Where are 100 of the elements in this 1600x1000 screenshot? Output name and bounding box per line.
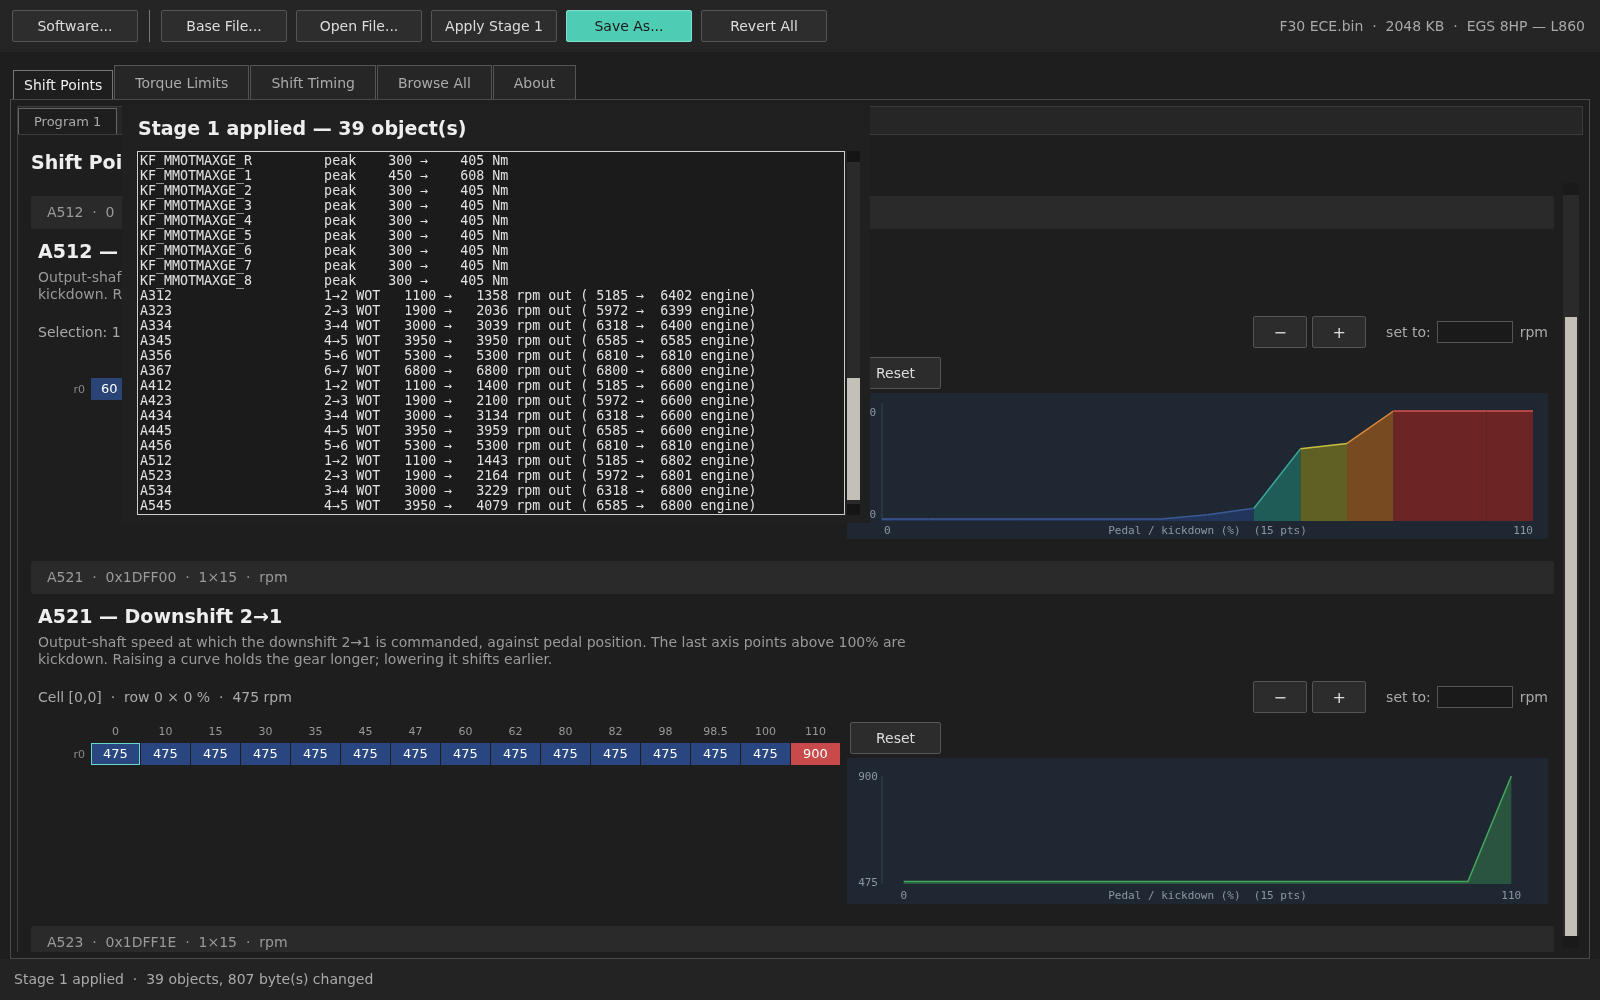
- column-header: 0: [111, 724, 120, 738]
- toolbar-button[interactable]: Base File...: [161, 10, 287, 42]
- set-value-field[interactable]: [1436, 686, 1513, 708]
- result-line[interactable]: KF_MMOTMAXGE_5 peak 300 → 405 Nm: [138, 228, 844, 243]
- result-line[interactable]: KF_MMOTMAXGE_7 peak 300 → 405 Nm: [138, 258, 844, 273]
- table-cell[interactable]: 475: [241, 743, 290, 765]
- table-cell[interactable]: 475: [391, 743, 440, 765]
- tab[interactable]: Shift Timing: [250, 65, 376, 99]
- selection-status: Selection: 1: [38, 324, 121, 340]
- row-label: r0: [72, 382, 86, 396]
- x-axis-title: Pedal / kickdown (%) (15 pts): [1108, 524, 1307, 537]
- toolbar-button[interactable]: Save As...: [566, 10, 692, 42]
- row-label: r0: [72, 747, 86, 761]
- result-line[interactable]: A423 2→3 WOT 1900 → 2100 rpm out ( 5972 → 6600 engine): [138, 393, 844, 408]
- section-title: A521 — Downshift 2→1: [38, 604, 283, 628]
- result-line[interactable]: KF_MMOTMAXGE_3 peak 300 → 405 Nm: [138, 198, 844, 213]
- dialog-title: Stage 1 applied — 39 object(s): [137, 116, 468, 140]
- table-cell[interactable]: 475: [741, 743, 790, 765]
- tab[interactable]: Shift Points: [13, 70, 114, 99]
- toolbar-button[interactable]: Revert All: [701, 10, 827, 42]
- result-line[interactable]: A334 3→4 WOT 3000 → 3039 rpm out ( 6318 → 6400 engine): [138, 318, 844, 333]
- selection-status: Cell [0,0] · row 0 × 0 % · 475 rpm: [38, 689, 292, 705]
- column-header: 100: [754, 724, 777, 738]
- decrement-button[interactable]: −: [1253, 316, 1308, 348]
- result-line[interactable]: A523 2→3 WOT 1900 → 2164 rpm out ( 5972 → 6801 engine): [138, 468, 844, 483]
- column-header: 45: [357, 724, 374, 738]
- result-line[interactable]: KF_MMOTMAXGE_8 peak 300 → 405 Nm: [138, 273, 844, 288]
- set-to-label: set to:: [1386, 689, 1431, 705]
- column-header: 98.5: [702, 724, 729, 738]
- table-cell[interactable]: 475: [541, 743, 590, 765]
- unit-label: rpm: [1519, 689, 1548, 705]
- table-cell[interactable]: 475: [91, 743, 140, 765]
- result-line[interactable]: A323 2→3 WOT 1900 → 2036 rpm out ( 5972 → 6399 engine): [138, 303, 844, 318]
- result-line[interactable]: A456 5→6 WOT 5300 → 5300 rpm out ( 6810 → 6810 engine): [138, 438, 844, 453]
- result-line[interactable]: KF_MMOTMAXGE_1 peak 450 → 608 Nm: [138, 168, 844, 183]
- column-header: 62: [507, 724, 524, 738]
- x-tick-label: 110: [1501, 889, 1522, 902]
- result-line[interactable]: A512 1→2 WOT 1100 → 1443 rpm out ( 5185 → 6802 engine): [138, 453, 844, 468]
- column-header: 110: [804, 724, 827, 738]
- result-line[interactable]: A312 1→2 WOT 1100 → 1358 rpm out ( 5185 → 6402 engine): [138, 288, 844, 303]
- tab[interactable]: Torque Limits: [114, 65, 250, 99]
- y-tick-label: 900: [858, 770, 878, 783]
- result-line[interactable]: A412 1→2 WOT 1100 → 1400 rpm out ( 5185 → 6600 engine): [138, 378, 844, 393]
- description-line: kickdown. R: [38, 286, 123, 303]
- list-scrollbar[interactable]: [847, 151, 860, 515]
- y-axis-label: 0: [869, 508, 876, 521]
- column-header: 80: [557, 724, 574, 738]
- status-bar: Stage 1 applied · 39 objects, 807 byte(s) changed: [0, 959, 1600, 1000]
- increment-button[interactable]: +: [1312, 681, 1367, 713]
- tab[interactable]: About: [492, 65, 577, 99]
- table-cell[interactable]: 900: [791, 743, 840, 765]
- section-header: A521 · 0x1DFF00 · 1×15 · rpm: [31, 561, 1554, 594]
- result-line[interactable]: A545 4→5 WOT 3950 → 4079 rpm out ( 6585 → 6800 engine): [138, 498, 844, 513]
- reset-button[interactable]: Reset: [850, 722, 941, 754]
- decrement-button[interactable]: −: [1253, 681, 1308, 713]
- column-header: 15: [207, 724, 224, 738]
- column-header: 47: [407, 724, 424, 738]
- x-axis-label: 110: [1513, 524, 1533, 537]
- description-line: kickdown. Raising a curve holds the gear longer; lowering it shifts earlier.: [38, 651, 553, 668]
- table-cell[interactable]: 475: [491, 743, 540, 765]
- unit-label: rpm: [1519, 324, 1548, 340]
- table-cell[interactable]: 60: [91, 378, 122, 400]
- x-tick-label: 0: [900, 889, 907, 902]
- result-line[interactable]: KF_MMOTMAXGE_6 peak 300 → 405 Nm: [138, 243, 844, 258]
- column-header: 98: [657, 724, 674, 738]
- subtab[interactable]: Program 1: [18, 108, 118, 134]
- column-header: 60: [457, 724, 474, 738]
- y-axis-label: 0: [869, 406, 876, 419]
- result-line[interactable]: A356 5→6 WOT 5300 → 5300 rpm out ( 6810 → 6810 engine): [138, 348, 844, 363]
- result-line[interactable]: KF_MMOTMAXGE_4 peak 300 → 405 Nm: [138, 213, 844, 228]
- toolbar-button[interactable]: Apply Stage 1: [431, 10, 557, 42]
- tab[interactable]: Browse All: [377, 65, 492, 99]
- increment-button[interactable]: +: [1312, 316, 1367, 348]
- table-cell[interactable]: 475: [341, 743, 390, 765]
- result-line[interactable]: A534 3→4 WOT 3000 → 3229 rpm out ( 6318 → 6800 engine): [138, 483, 844, 498]
- x-axis-title: Pedal / kickdown (%) (15 pts): [1108, 889, 1307, 902]
- result-line[interactable]: A445 4→5 WOT 3950 → 3959 rpm out ( 6585 → 6600 engine): [138, 423, 844, 438]
- table-cell[interactable]: 475: [641, 743, 690, 765]
- column-header: 82: [607, 724, 624, 738]
- toolbar-button[interactable]: Open File...: [296, 10, 422, 42]
- section-title: A512 —: [38, 239, 118, 263]
- description-line: Output-shaft speed at which the downshift 2→1 is commanded, against pedal position. The last axis points above 100% are: [38, 634, 906, 651]
- result-line[interactable]: A367 6→7 WOT 6800 → 6800 rpm out ( 6800 → 6800 engine): [138, 363, 844, 378]
- result-line[interactable]: A345 4→5 WOT 3950 → 3950 rpm out ( 6585 → 6585 engine): [138, 333, 844, 348]
- x-axis-label: 0: [884, 524, 891, 537]
- table-cell[interactable]: 475: [441, 743, 490, 765]
- table-cell[interactable]: 475: [591, 743, 640, 765]
- table-cell[interactable]: 475: [191, 743, 240, 765]
- column-header: 35: [307, 724, 324, 738]
- result-line[interactable]: KF_MMOTMAXGE_2 peak 300 → 405 Nm: [138, 183, 844, 198]
- result-line[interactable]: A434 3→4 WOT 3000 → 3134 rpm out ( 6318 → 6600 engine): [138, 408, 844, 423]
- result-line[interactable]: KF_MMOTMAXGE_R peak 300 → 405 Nm: [138, 153, 844, 168]
- scrollbar[interactable]: [1563, 183, 1579, 948]
- description-line: Output-shaf: [38, 269, 122, 286]
- table-cell[interactable]: 475: [691, 743, 740, 765]
- table-cell[interactable]: 475: [141, 743, 190, 765]
- file-info: F30 ECE.bin · 2048 KB · EGS 8HP — L860: [1279, 18, 1586, 34]
- toolbar-button[interactable]: Software...: [12, 10, 138, 42]
- set-value-field[interactable]: [1436, 321, 1513, 343]
- table-cell[interactable]: 475: [291, 743, 340, 765]
